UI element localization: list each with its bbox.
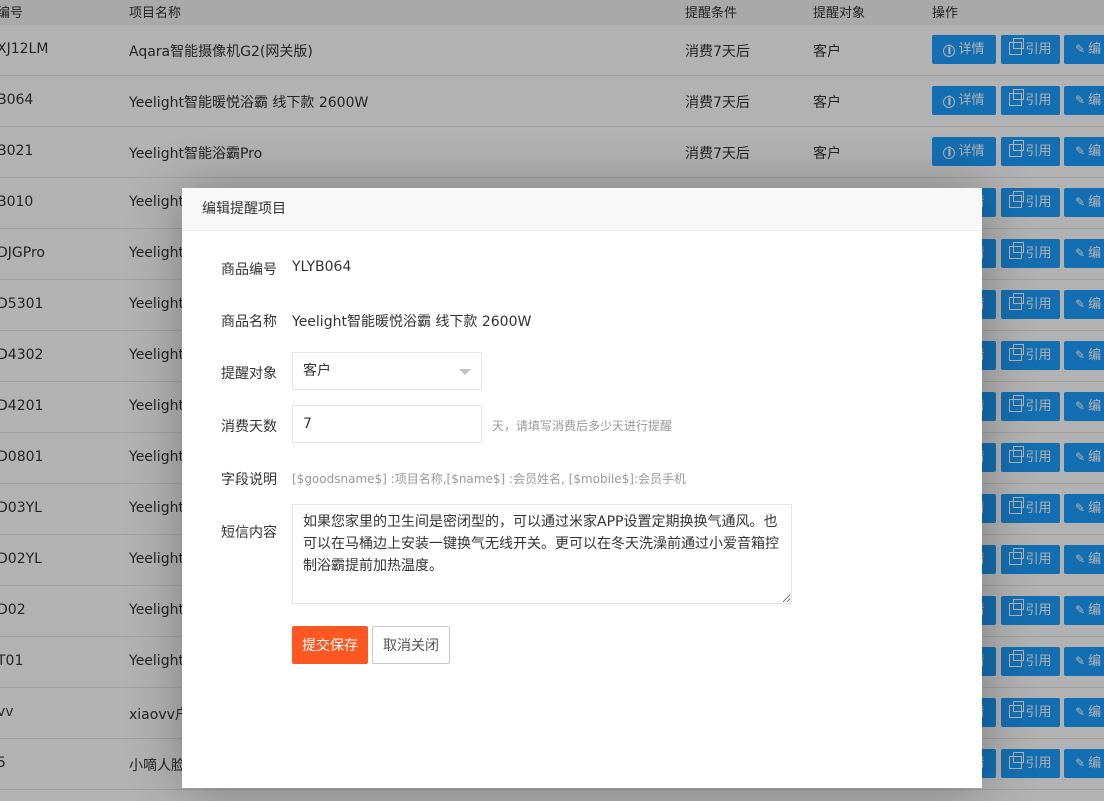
fields-note: [$goodsname$] :项目名称,[$name$] :会员姓名, [$mo… (292, 472, 687, 486)
name-value: Yeelight智能暖悦浴霸 线下款 2600W (292, 314, 532, 330)
code-value: YLYB064 (292, 259, 352, 275)
edit-reminder-modal: 编辑提醒项目 商品编号 YLYB064 商品名称 Yeelight智能暖悦浴霸 … (182, 188, 982, 788)
target-select[interactable]: 客户 (292, 352, 482, 390)
name-label: 商品名称 (221, 314, 277, 330)
chevron-down-icon (459, 369, 471, 375)
days-label: 消费天数 (221, 419, 277, 435)
fields-label: 字段说明 (221, 472, 277, 488)
days-input[interactable] (292, 405, 482, 443)
sms-textarea[interactable]: 如果您家里的卫生间是密闭型的，可以通过米家APP设置定期换换气通风。也可以在马桶… (292, 504, 792, 604)
cancel-close-button[interactable]: 取消关闭 (372, 626, 450, 664)
modal-title: 编辑提醒项目 (182, 188, 982, 231)
target-selected-value: 客户 (303, 363, 331, 379)
code-label: 商品编号 (221, 262, 277, 278)
days-hint: 天，请填写消费后多少天进行提醒 (492, 419, 673, 433)
target-label: 提醒对象 (221, 366, 277, 382)
submit-save-button[interactable]: 提交保存 (292, 626, 368, 664)
sms-label: 短信内容 (221, 525, 277, 541)
